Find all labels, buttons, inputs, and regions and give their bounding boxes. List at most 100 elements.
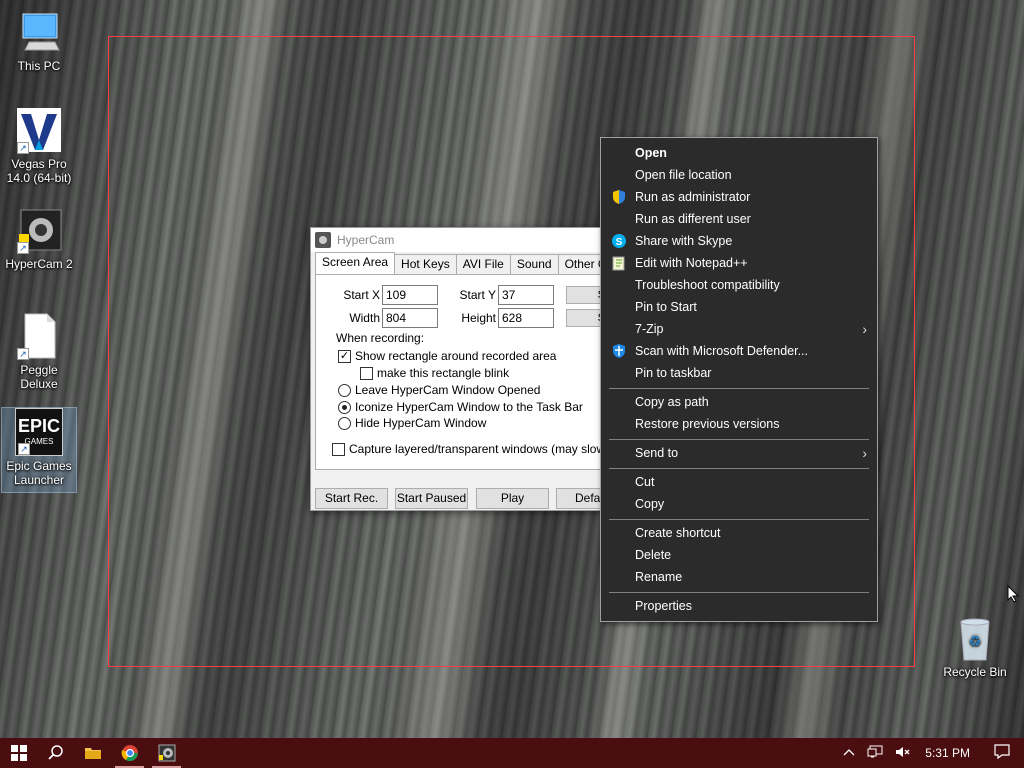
radio-off-icon xyxy=(338,383,351,397)
menu-item-copy-as-path[interactable]: Copy as path xyxy=(601,391,877,413)
file-icon: ↗ xyxy=(15,312,63,360)
taskbar-chrome[interactable] xyxy=(111,738,148,768)
menu-item-troubleshoot[interactable]: Troubleshoot compatibility xyxy=(601,274,877,296)
menu-item-share-with-skype[interactable]: S Share with Skype xyxy=(601,230,877,252)
capture-layered-checkbox[interactable]: Capture layered/transparent windows (may… xyxy=(332,442,609,456)
checkbox-empty-icon xyxy=(360,366,373,380)
menu-item-run-as-admin[interactable]: Run as administrator xyxy=(601,186,877,208)
checkbox-checked-icon: ✓ xyxy=(338,349,351,363)
show-rectangle-label: Show rectangle around recorded area xyxy=(355,349,557,363)
menu-item-label: Send to xyxy=(635,446,679,460)
taskbar-hypercam[interactable] xyxy=(148,738,185,768)
menu-item-open[interactable]: Open xyxy=(601,142,877,164)
tab-hot-keys[interactable]: Hot Keys xyxy=(394,254,457,274)
menu-item-open-file-location[interactable]: Open file location xyxy=(601,164,877,186)
desktop-icon-hypercam[interactable]: ↗ HyperCam 2 xyxy=(2,206,76,271)
menu-item-label: 7-Zip xyxy=(635,322,664,336)
menu-item-delete[interactable]: Delete xyxy=(601,544,877,566)
width-input[interactable] xyxy=(382,308,438,328)
hide-window-radio[interactable]: Hide HyperCam Window xyxy=(338,416,486,430)
vegas-pro-icon: ↗ xyxy=(15,106,63,154)
radio-on-icon xyxy=(338,400,351,414)
width-label: Width xyxy=(349,311,380,325)
start-y-input[interactable] xyxy=(498,285,554,305)
folder-icon xyxy=(84,748,101,759)
menu-item-scan-defender[interactable]: Scan with Microsoft Defender... xyxy=(601,340,877,362)
action-center-icon[interactable] xyxy=(994,744,1010,762)
menu-item-label: Copy xyxy=(635,497,665,511)
menu-item-label: Share with Skype xyxy=(635,234,733,248)
system-tray: 5:31 PM xyxy=(837,738,1024,768)
menu-item-restore-previous[interactable]: Restore previous versions xyxy=(601,413,877,435)
tab-sound[interactable]: Sound xyxy=(509,254,559,274)
start-button[interactable] xyxy=(0,738,37,768)
defender-shield-icon xyxy=(611,343,627,359)
desktop-icon-label: This PC xyxy=(17,59,61,73)
hypercam-titlebar[interactable]: HyperCam xyxy=(311,228,609,252)
blink-rectangle-checkbox[interactable]: make this rectangle blink xyxy=(360,366,509,380)
epic-logo-text: EPIC xyxy=(17,416,60,436)
show-rectangle-checkbox[interactable]: ✓ Show rectangle around recorded area xyxy=(338,349,556,363)
desktop-icon-epic-games[interactable]: EPIC GAMES ↗ Epic Games Launcher xyxy=(1,407,77,493)
menu-item-label: Open file location xyxy=(635,168,732,182)
menu-item-pin-to-taskbar[interactable]: Pin to taskbar xyxy=(601,362,877,384)
radio-off-icon xyxy=(338,416,351,430)
start-x-input[interactable] xyxy=(382,285,438,305)
menu-item-label: Run as different user xyxy=(635,212,751,226)
search-button[interactable] xyxy=(37,738,74,768)
svg-text:♻: ♻ xyxy=(969,633,982,649)
menu-item-label: Cut xyxy=(635,475,655,489)
shortcut-arrow-icon: ↗ xyxy=(18,443,30,455)
hide-window-label: Hide HyperCam Window xyxy=(355,416,487,430)
skype-icon: S xyxy=(611,233,627,249)
menu-item-edit-with-notepadpp[interactable]: Edit with Notepad++ xyxy=(601,252,877,274)
menu-item-label: Troubleshoot compatibility xyxy=(635,278,780,292)
chevron-up-icon[interactable] xyxy=(843,746,855,760)
play-button[interactable]: Play xyxy=(476,488,549,509)
taskbar-clock[interactable]: 5:31 PM xyxy=(925,746,970,760)
menu-item-label: Restore previous versions xyxy=(635,417,780,431)
computer-icon xyxy=(15,8,63,56)
menu-item-rename[interactable]: Rename xyxy=(601,566,877,588)
shortcut-arrow-icon: ↗ xyxy=(17,348,29,360)
menu-item-cut[interactable]: Cut xyxy=(601,471,877,493)
menu-item-copy[interactable]: Copy xyxy=(601,493,877,515)
taskbar-file-explorer[interactable] xyxy=(74,738,111,768)
menu-item-create-shortcut[interactable]: Create shortcut xyxy=(601,522,877,544)
menu-item-7zip[interactable]: 7-Zip › xyxy=(601,318,877,340)
recycle-bin-icon: ♻ xyxy=(951,614,999,662)
hypercam-icon xyxy=(158,744,175,762)
height-input[interactable] xyxy=(498,308,554,328)
checkbox-empty-icon xyxy=(332,442,345,456)
windows-logo-icon xyxy=(10,745,27,761)
leave-opened-label: Leave HyperCam Window Opened xyxy=(355,383,541,397)
menu-item-pin-to-start[interactable]: Pin to Start xyxy=(601,296,877,318)
desktop-icon-label: HyperCam 2 xyxy=(5,257,73,271)
menu-item-label: Run as administrator xyxy=(635,190,751,204)
volume-muted-icon[interactable] xyxy=(895,745,911,762)
leave-opened-radio[interactable]: Leave HyperCam Window Opened xyxy=(338,383,540,397)
start-x-label: Start X xyxy=(343,288,380,302)
menu-separator xyxy=(609,439,869,440)
screen-area-panel: Start X Start Y S Width Height S When re… xyxy=(315,274,609,470)
tab-screen-area[interactable]: Screen Area xyxy=(315,252,396,274)
network-icon[interactable] xyxy=(867,745,883,762)
height-label: Height xyxy=(461,311,496,325)
menu-item-label: Copy as path xyxy=(635,395,709,409)
start-paused-button[interactable]: Start Paused xyxy=(395,488,468,509)
mouse-cursor-icon xyxy=(1007,584,1020,606)
start-rec-button[interactable]: Start Rec. xyxy=(315,488,388,509)
desktop-icon-peggle[interactable]: ↗ Peggle Deluxe xyxy=(2,312,76,391)
desktop-icon-vegas-pro[interactable]: ↗ Vegas Pro 14.0 (64-bit) xyxy=(2,106,76,185)
when-recording-label: When recording: xyxy=(336,331,425,345)
hypercam-window[interactable]: HyperCam Screen Area Hot Keys AVI File S… xyxy=(310,227,610,511)
menu-item-run-as-different-user[interactable]: Run as different user xyxy=(601,208,877,230)
epic-games-icon: EPIC GAMES ↗ xyxy=(15,408,63,456)
chevron-right-icon: › xyxy=(862,321,867,337)
desktop-icon-recycle-bin[interactable]: ♻ Recycle Bin xyxy=(938,614,1012,679)
menu-item-properties[interactable]: Properties xyxy=(601,595,877,617)
tab-avi-file[interactable]: AVI File xyxy=(455,254,511,274)
menu-item-send-to[interactable]: Send to › xyxy=(601,442,877,464)
desktop-icon-this-pc[interactable]: This PC xyxy=(2,8,76,73)
iconize-radio[interactable]: Iconize HyperCam Window to the Task Bar xyxy=(338,400,583,414)
